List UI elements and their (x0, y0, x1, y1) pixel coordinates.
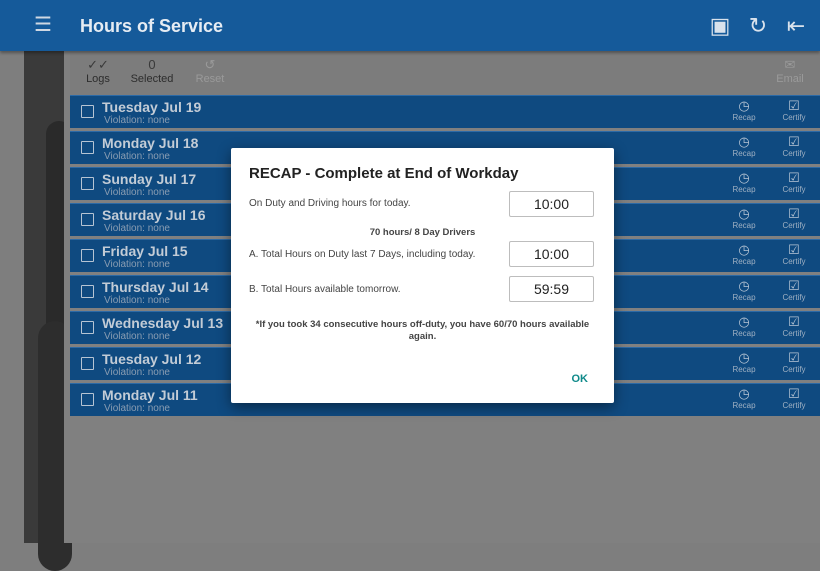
rule-label: 70 hours/ 8 Day Drivers (369, 227, 476, 238)
log-date: Thursday Jul 14 (102, 279, 209, 295)
history-icon: ◷ (738, 278, 750, 293)
history-icon: ◷ (738, 98, 750, 113)
history-icon: ◷ (738, 386, 750, 401)
recap-button[interactable]: ◷ Recap (724, 242, 764, 267)
history-icon: ◷ (738, 242, 750, 257)
certify-button[interactable]: ☑ Certify (774, 98, 814, 123)
side-bezel (24, 51, 72, 571)
log-violation: Violation: none (104, 187, 170, 198)
history-icon: ◷ (738, 134, 750, 149)
log-date: Friday Jul 15 (102, 243, 188, 259)
dialog-title: RECAP - Complete at End of Workday (249, 165, 519, 182)
certify-button[interactable]: ☑ Certify (774, 134, 814, 159)
row-checkbox[interactable] (81, 321, 94, 334)
menu-icon[interactable]: ☰ (34, 15, 52, 35)
certify-check-icon: ☑ (788, 98, 800, 113)
log-violation: Violation: none (104, 115, 170, 126)
certify-check-icon: ☑ (788, 278, 800, 293)
app-bar: ☰ Hours of Service ▣ ↻ ⇤ (0, 0, 820, 51)
certify-button[interactable]: ☑ Certify (774, 242, 814, 267)
log-violation: Violation: none (104, 367, 170, 378)
log-violation: Violation: none (104, 403, 170, 414)
recap-button[interactable]: ◷ Recap (724, 206, 764, 231)
recap-dialog: RECAP - Complete at End of Workday On Du… (231, 148, 614, 403)
logs-button[interactable]: ✓✓ Logs (80, 57, 116, 85)
certify-check-icon: ☑ (788, 242, 800, 257)
refresh-icon[interactable]: ↻ (744, 12, 772, 40)
log-date: Tuesday Jul 19 (102, 99, 202, 115)
history-icon: ◷ (738, 314, 750, 329)
restart-note: *If you took 34 consecutive hours off-du… (255, 319, 590, 342)
log-date: Monday Jul 11 (102, 387, 198, 403)
log-violation: Violation: none (104, 223, 170, 234)
certify-button[interactable]: ☑ Certify (774, 206, 814, 231)
log-row[interactable]: Tuesday Jul 19 Violation: none ◷ Recap ☑ C… (70, 95, 820, 128)
on-duty-driving-value: 10:00 (509, 191, 594, 217)
certify-check-icon: ☑ (788, 134, 800, 149)
undo-icon: ↺ (204, 57, 216, 72)
log-violation: Violation: none (104, 331, 170, 342)
log-date: Saturday Jul 16 (102, 207, 206, 223)
row-checkbox[interactable] (81, 213, 94, 226)
certify-button[interactable]: ☑ Certify (774, 350, 814, 375)
log-violation: Violation: none (104, 151, 170, 162)
recap-button[interactable]: ◷ Recap (724, 134, 764, 159)
certify-button[interactable]: ☑ Certify (774, 170, 814, 195)
log-date: Tuesday Jul 12 (102, 351, 202, 367)
log-date: Sunday Jul 17 (102, 171, 197, 187)
sync-device-icon[interactable]: ▣ (706, 12, 734, 40)
log-violation: Violation: none (104, 259, 170, 270)
row-checkbox[interactable] (81, 393, 94, 406)
hours-available-value: 59:59 (509, 276, 594, 302)
log-date: Monday Jul 18 (102, 135, 199, 151)
ok-button[interactable]: OK (572, 373, 589, 385)
row-checkbox[interactable] (81, 249, 94, 262)
recap-button[interactable]: ◷ Recap (724, 350, 764, 375)
history-icon: ◷ (738, 170, 750, 185)
row-checkbox[interactable] (81, 141, 94, 154)
total-hours-7days-value: 10:00 (509, 241, 594, 267)
row-checkbox[interactable] (81, 357, 94, 370)
certify-button[interactable]: ☑ Certify (774, 278, 814, 303)
certify-check-icon: ☑ (788, 206, 800, 221)
certify-button[interactable]: ☑ Certify (774, 386, 814, 411)
logs-toolbar: ✓✓ Logs 0 Selected ↺ Reset ✉ Email (70, 51, 820, 95)
double-check-icon: ✓✓ (87, 57, 109, 72)
email-icon: ✉ (784, 57, 796, 72)
recap-button[interactable]: ◷ Recap (724, 314, 764, 339)
logout-icon[interactable]: ⇤ (782, 12, 810, 40)
hours-available-label: B. Total Hours available tomorrow. (249, 284, 401, 295)
recap-button[interactable]: ◷ Recap (724, 386, 764, 411)
selected-counter: 0 Selected (130, 57, 174, 85)
row-checkbox[interactable] (81, 177, 94, 190)
certify-check-icon: ☑ (788, 170, 800, 185)
certify-check-icon: ☑ (788, 350, 800, 365)
history-icon: ◷ (738, 206, 750, 221)
total-hours-7days-label: A. Total Hours on Duty last 7 Days, incl… (249, 249, 476, 260)
recap-button[interactable]: ◷ Recap (724, 98, 764, 123)
certify-check-icon: ☑ (788, 314, 800, 329)
recap-button[interactable]: ◷ Recap (724, 170, 764, 195)
log-date: Wednesday Jul 13 (102, 315, 224, 331)
on-duty-driving-label: On Duty and Driving hours for today. (249, 198, 411, 209)
page-title: Hours of Service (80, 16, 224, 36)
email-button[interactable]: ✉ Email (770, 57, 810, 85)
certify-button[interactable]: ☑ Certify (774, 314, 814, 339)
recap-button[interactable]: ◷ Recap (724, 278, 764, 303)
row-checkbox[interactable] (81, 105, 94, 118)
reset-button[interactable]: ↺ Reset (190, 57, 230, 85)
row-checkbox[interactable] (81, 285, 94, 298)
log-violation: Violation: none (104, 295, 170, 306)
history-icon: ◷ (738, 350, 750, 365)
certify-check-icon: ☑ (788, 386, 800, 401)
